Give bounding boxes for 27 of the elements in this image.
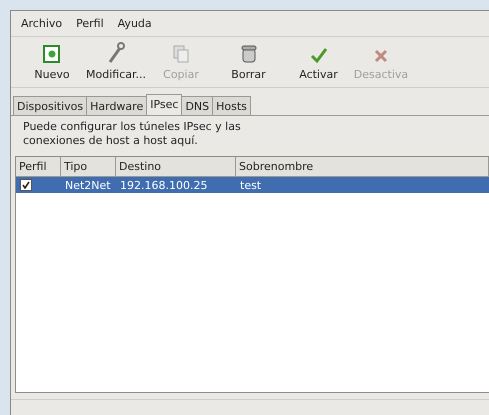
tab[interactable]: Dispositivos bbox=[13, 96, 88, 115]
description-text: Puede configurar los túneles IPsec y las conexiones de host a host aquí. bbox=[23, 120, 242, 148]
table-row[interactable]: Net2Net 192.168.100.25 test bbox=[16, 177, 489, 193]
trash-icon bbox=[240, 44, 258, 64]
tab[interactable]: Hardware bbox=[86, 96, 148, 115]
column-header[interactable]: Destino bbox=[116, 157, 236, 177]
wrench-icon bbox=[106, 42, 126, 64]
new-document-icon bbox=[42, 44, 62, 64]
check-icon bbox=[310, 46, 328, 64]
menu-item[interactable]: Ayuda bbox=[118, 17, 152, 30]
cross-icon bbox=[373, 48, 389, 64]
toolbar-button[interactable]: Borrar bbox=[211, 42, 286, 83]
table-cell-text: test bbox=[239, 178, 262, 192]
column-header[interactable]: Perfil bbox=[16, 157, 61, 177]
toolbar-button[interactable]: Modificar... bbox=[81, 40, 151, 83]
menu-item[interactable]: Archivo bbox=[21, 17, 62, 30]
copy-icon bbox=[172, 44, 190, 64]
column-header[interactable]: Tipo bbox=[61, 157, 116, 177]
table-cell-text: 192.168.100.25 bbox=[119, 178, 208, 192]
tab[interactable]: Hosts bbox=[212, 96, 251, 115]
toolbar-button[interactable]: Nuevo bbox=[23, 42, 81, 83]
table-cell-text: Net2Net bbox=[64, 178, 112, 192]
toolbar-button[interactable]: Activar bbox=[286, 44, 351, 83]
column-header[interactable]: Sobrenombre bbox=[236, 157, 489, 177]
checkbox[interactable] bbox=[20, 179, 32, 191]
menu-item[interactable]: Perfil bbox=[76, 17, 104, 30]
tab[interactable]: DNS bbox=[181, 96, 214, 115]
